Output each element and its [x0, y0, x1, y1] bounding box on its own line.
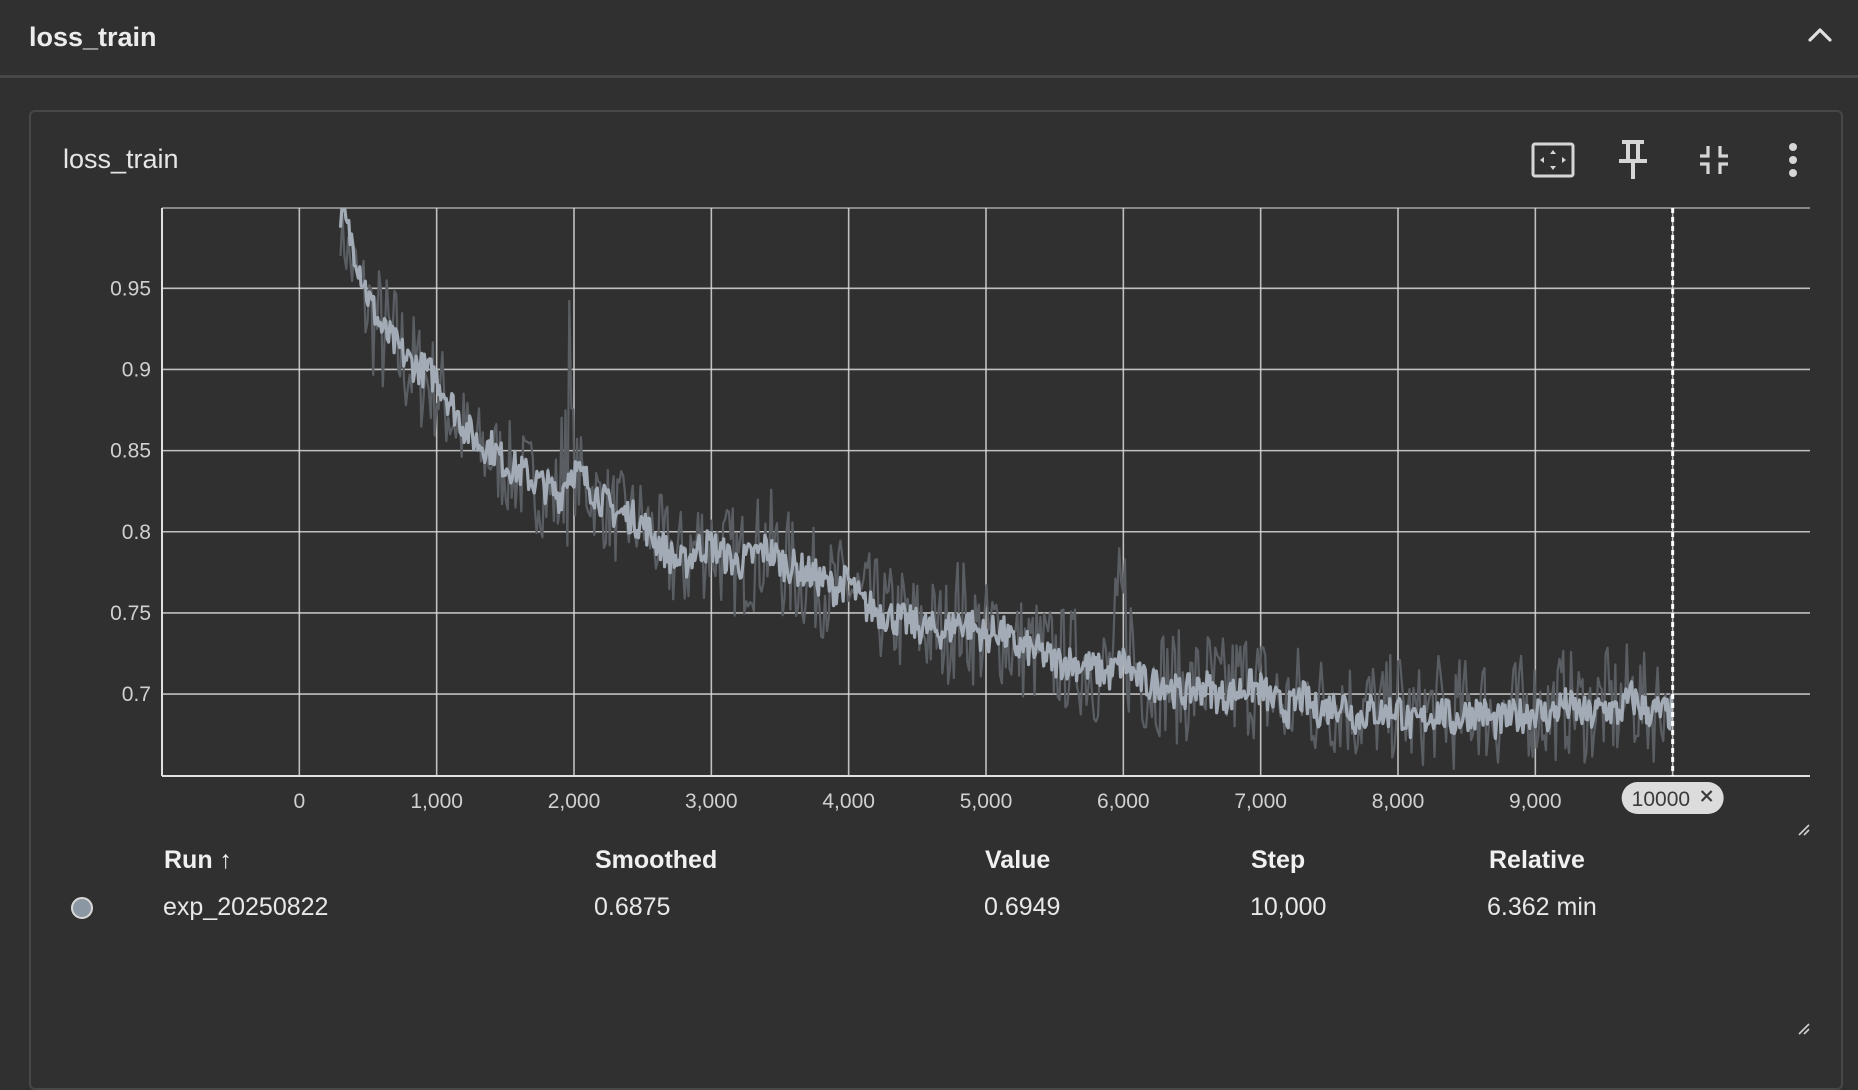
y-tick-label: 0.7	[122, 683, 151, 706]
x-tick-label: 4,000	[822, 790, 875, 813]
y-tick-label: 0.9	[122, 358, 151, 381]
x-tick-label: 9,000	[1509, 790, 1562, 813]
col-header-step[interactable]: Step	[1251, 846, 1305, 875]
col-header-smoothed[interactable]: Smoothed	[595, 846, 717, 875]
run-color-swatch[interactable]	[71, 897, 93, 919]
y-tick-label: 0.75	[110, 602, 151, 625]
tick-labels: 0 1,000 2,000 3,000 4,000 5,000 6,000 7,000 8,00…	[110, 277, 1561, 813]
raw-series	[339, 214, 1673, 771]
line-chart[interactable]: 0 1,000 2,000 3,000 4,000 5,000 6,000 7,000 8,00…	[0, 0, 1858, 830]
x-tick-label: 6,000	[1097, 790, 1150, 813]
grid	[162, 207, 1810, 776]
step-cursor-label: 10000	[1632, 788, 1690, 811]
run-name: exp_20250822	[163, 893, 329, 921]
smoothed-value: 0.6875	[594, 893, 671, 921]
x-tick-label: 1,000	[410, 790, 463, 813]
card-resize-handle[interactable]	[1797, 1022, 1811, 1036]
x-tick-label: 5,000	[960, 790, 1013, 813]
x-tick-label: 2,000	[548, 790, 601, 813]
y-tick-label: 0.85	[110, 440, 151, 463]
y-tick-label: 0.95	[110, 277, 151, 300]
x-tick-label: 7,000	[1234, 790, 1287, 813]
col-header-relative[interactable]: Relative	[1489, 846, 1585, 875]
col-header-run[interactable]: Run ↑	[164, 846, 232, 875]
x-tick-label: 3,000	[685, 790, 738, 813]
x-tick-label: 8,000	[1372, 790, 1425, 813]
raw-line	[339, 214, 1673, 771]
relative-time: 6.362 min	[1487, 893, 1597, 921]
x-tick-label: 0	[293, 790, 305, 813]
col-header-value[interactable]: Value	[985, 846, 1050, 875]
step-value: 10,000	[1250, 893, 1327, 921]
raw-value: 0.6949	[984, 893, 1061, 921]
step-cursor-chip[interactable]: 10000	[1621, 782, 1724, 814]
y-tick-label: 0.8	[122, 521, 151, 544]
chart-resize-handle[interactable]	[1797, 823, 1811, 837]
